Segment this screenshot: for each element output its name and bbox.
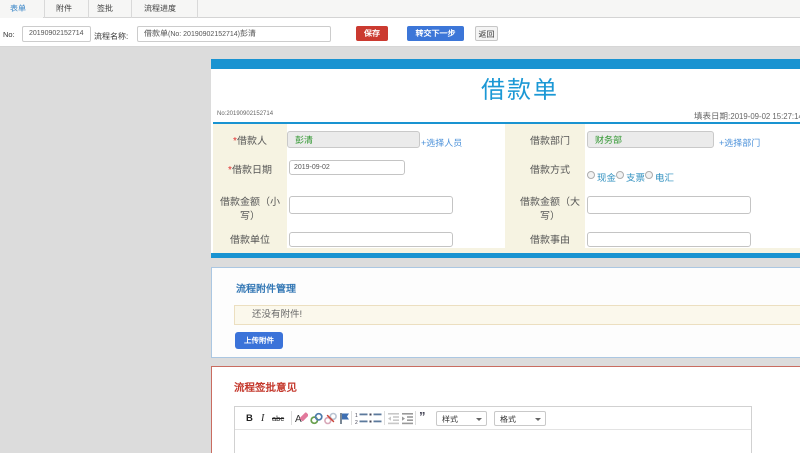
svg-text:2: 2 [355,420,358,425]
svg-text:1: 1 [355,413,358,419]
